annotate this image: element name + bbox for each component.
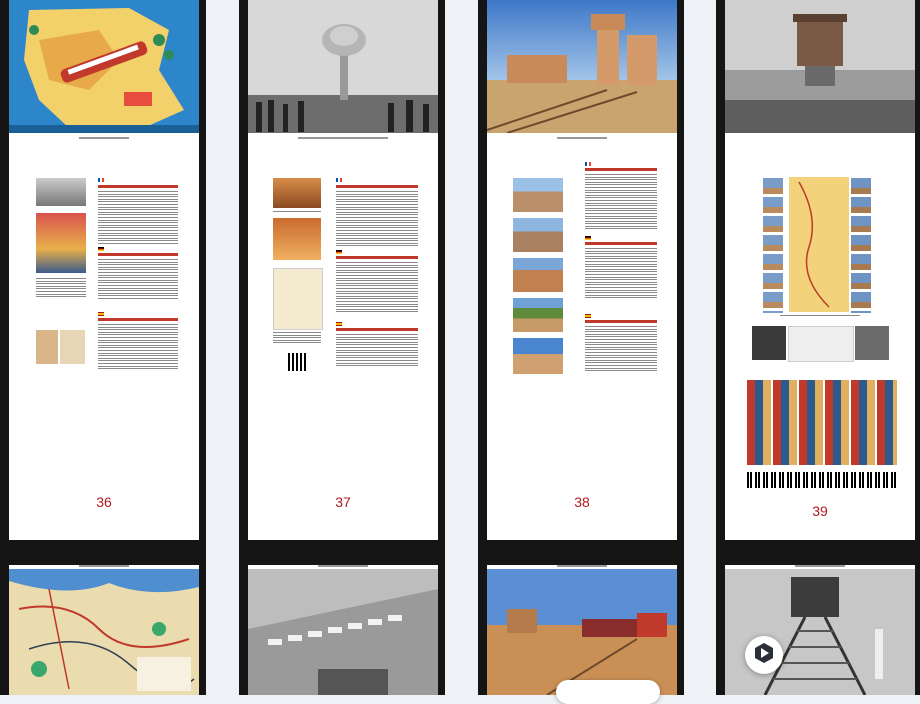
- book-cover-image: [752, 326, 786, 360]
- nuclear-test-photo: [248, 0, 438, 133]
- text-column-french: [98, 185, 178, 245]
- page-image-bridge: [513, 178, 563, 212]
- caption-block: [36, 278, 86, 299]
- text-column-spanish: [98, 318, 178, 371]
- tunisia-illustrated-map-image: [9, 0, 199, 133]
- page-39[interactable]: 39: [725, 0, 915, 540]
- tower-bw-photo: [725, 0, 915, 133]
- text-column-german: [336, 256, 418, 314]
- caption-line: [79, 565, 129, 567]
- page-image-booklet-2: [60, 330, 85, 364]
- text-column-french: [585, 168, 657, 231]
- page-image-map: [273, 268, 323, 330]
- page-column-36[interactable]: 36: [0, 0, 206, 695]
- page-image-ruin: [513, 218, 563, 252]
- text-column-french: [336, 185, 418, 248]
- play-logo-icon: [753, 642, 775, 669]
- aerial-camp-photo: [248, 569, 438, 695]
- caption-line: [318, 565, 368, 567]
- caption-line: [79, 137, 129, 139]
- floating-action-button[interactable]: [745, 636, 783, 674]
- text-column-german: [585, 242, 657, 300]
- caption-line: [780, 315, 860, 318]
- page-36[interactable]: 36: [9, 0, 199, 540]
- book-covers-grid: [747, 380, 897, 465]
- page-43-preview[interactable]: [725, 565, 915, 695]
- table-block: [273, 332, 321, 345]
- page-image-poster: [36, 213, 86, 273]
- caption-line: [557, 137, 607, 139]
- flag-france-icon: [98, 178, 104, 182]
- book-info-box: [788, 326, 854, 362]
- qr-code-row: [747, 472, 897, 488]
- flag-france-icon: [336, 178, 342, 182]
- page-column-38[interactable]: 38: [478, 0, 684, 704]
- page-image-building: [513, 258, 563, 292]
- page-image-rocket: [273, 218, 321, 260]
- desert-station-photo: [487, 0, 677, 133]
- flag-france-icon: [585, 162, 591, 166]
- page-image-palms: [513, 298, 563, 332]
- flag-spain-icon: [336, 322, 342, 326]
- page-image-desert-base: [273, 178, 321, 208]
- page-37[interactable]: 37: [248, 0, 438, 540]
- page-column-37[interactable]: 37: [239, 0, 445, 695]
- page-number: 38: [574, 494, 590, 510]
- page-image-station: [513, 338, 563, 374]
- thumb-right-stack: [851, 178, 871, 313]
- page-number: 36: [96, 494, 112, 510]
- train-desert-photo: [487, 569, 677, 695]
- page-number: 39: [812, 503, 828, 519]
- railway-bw-photo: [725, 569, 915, 695]
- flag-germany-icon: [585, 236, 591, 240]
- flag-germany-icon: [98, 247, 104, 251]
- page-41-preview[interactable]: [248, 565, 438, 695]
- page-column-39[interactable]: 39: [716, 0, 920, 695]
- caption-line: [273, 211, 321, 214]
- page-42-preview[interactable]: [487, 565, 677, 695]
- page-image-rail-car: [36, 178, 86, 206]
- text-column-german: [98, 253, 178, 301]
- caption-line: [298, 137, 388, 139]
- text-column-spanish: [585, 320, 657, 373]
- illustrated-rail-map-image: [9, 569, 199, 695]
- caption-line: [557, 565, 607, 567]
- page-40-preview[interactable]: [9, 565, 199, 695]
- qr-code-image: [288, 353, 306, 371]
- page-number: 37: [335, 494, 351, 510]
- flag-germany-icon: [336, 250, 342, 254]
- text-column-spanish: [336, 328, 418, 368]
- route-map-image: [789, 177, 849, 312]
- thumb-left-stack: [763, 178, 783, 313]
- book-back-image: [855, 326, 889, 360]
- page-image-booklet-1: [36, 330, 58, 364]
- flag-spain-icon: [585, 314, 591, 318]
- caption-line: [795, 565, 845, 567]
- flag-spain-icon: [98, 312, 104, 316]
- search-pill[interactable]: [556, 680, 660, 704]
- page-38[interactable]: 38: [487, 0, 677, 540]
